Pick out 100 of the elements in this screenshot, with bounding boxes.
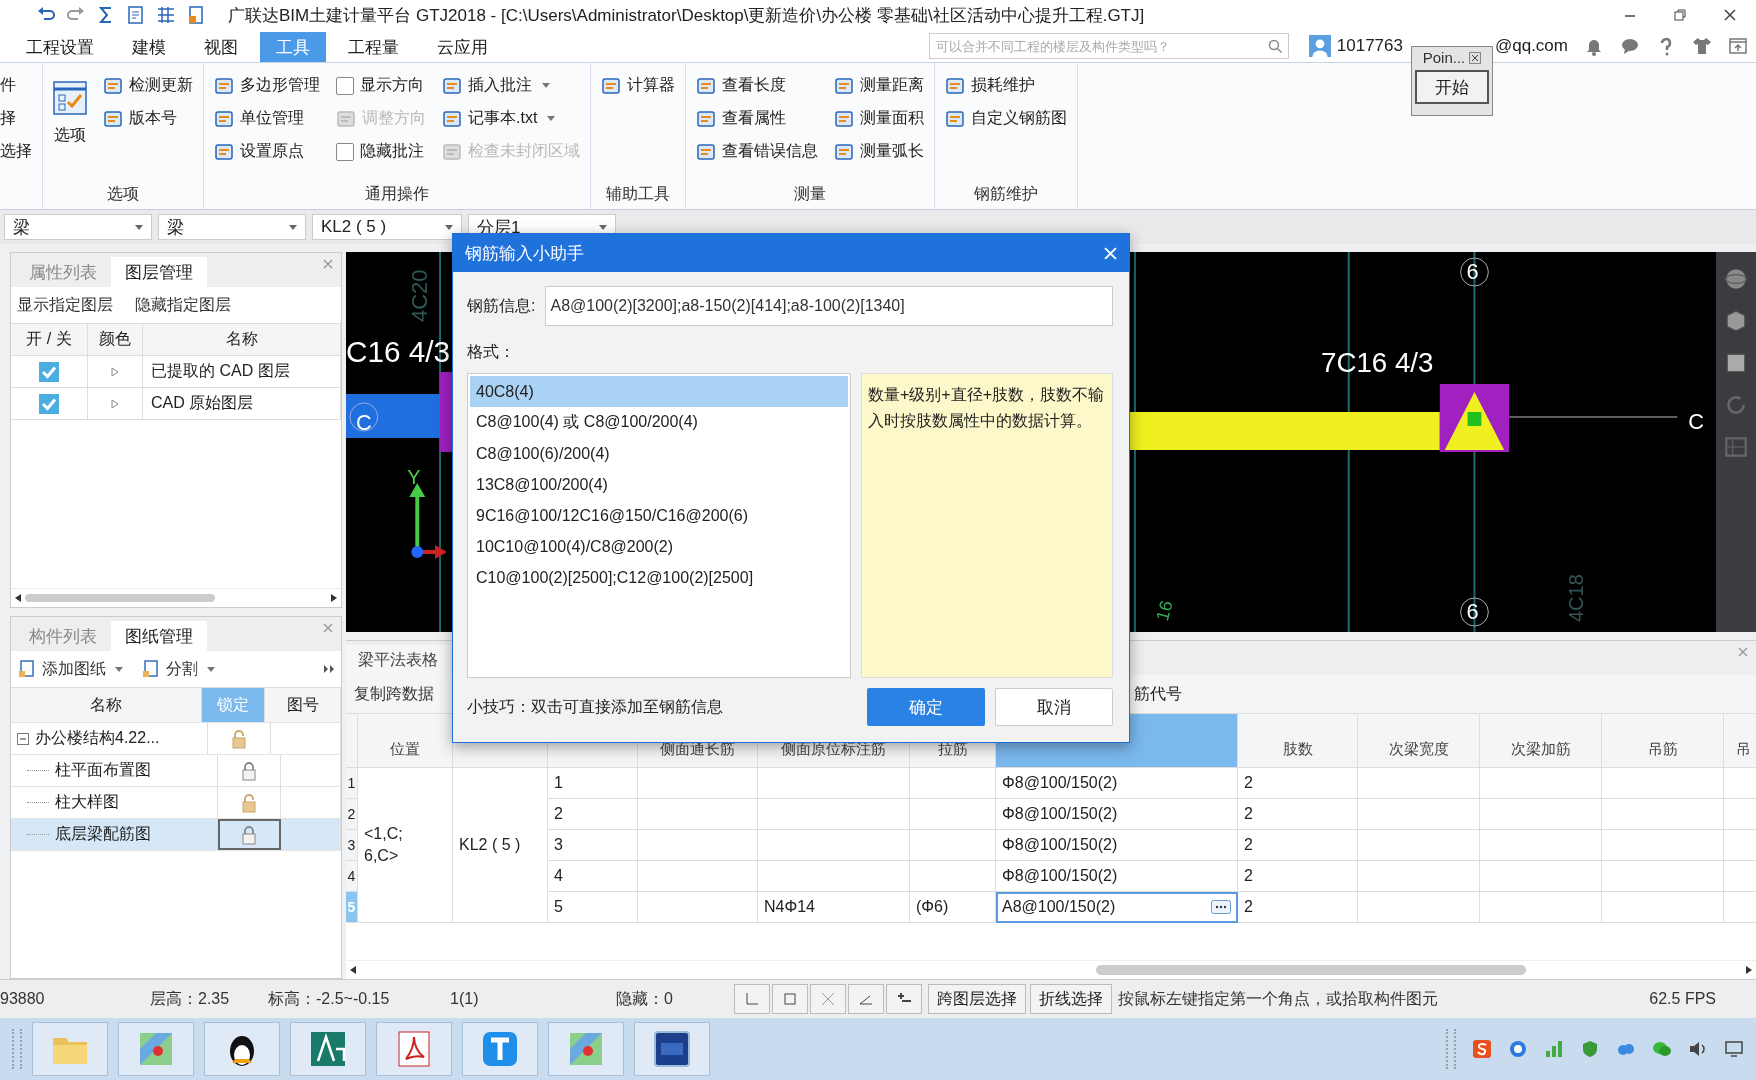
table-cell[interactable] [1480,768,1602,799]
drawing-action-button[interactable]: 分割 [141,658,215,680]
table-cell[interactable] [638,892,758,923]
drawing-name[interactable]: 办公楼结构4.22... [35,728,160,749]
format-item[interactable]: 10C10@100(4)/C8@200(2) [470,531,848,562]
table-cell[interactable]: Φ8@100/150(2) [996,861,1238,892]
taskbar-app[interactable] [634,1022,710,1076]
checkbox[interactable] [39,361,59,382]
table-cell[interactable]: KL2 ( 5 ) [453,768,548,923]
taskbar-grip[interactable] [12,1029,22,1069]
table-cell[interactable]: Φ8@100/150(2) [996,830,1238,861]
table-cell[interactable]: 2 [1238,799,1358,830]
row-number[interactable]: 4 [346,861,358,892]
table-cell[interactable]: Φ8@100/150(2) [996,799,1238,830]
ribbon-checkbox[interactable]: 隐藏批注 [336,141,426,162]
format-item[interactable]: C10@100(2)[2500];C12@100(2)[2500] [470,562,848,593]
table-cell[interactable] [1602,768,1724,799]
lock-icon[interactable] [241,760,257,781]
menu-tab[interactable]: 工程量 [332,32,415,62]
panel-tab[interactable]: 梁平法表格 [346,645,450,675]
ribbon-button[interactable]: 测量面积 [834,108,924,129]
collapse-icon[interactable] [17,732,29,745]
account-name[interactable]: @qq.com [1495,36,1568,56]
layout-icon[interactable] [1723,434,1749,460]
input-method-icon[interactable] [1472,1039,1492,1059]
column-header[interactable]: 图号 [265,688,341,722]
search-field[interactable]: 可以合并不同工程的楼层及构件类型吗？ [928,33,1289,59]
restore-icon[interactable] [1672,7,1688,23]
ribbon-button[interactable]: 测量距离 [834,75,924,96]
ribbon-button[interactable]: 自定义钢筋图 [945,108,1067,129]
ribbon-button[interactable]: 计算器 [601,75,675,96]
checkbox[interactable] [39,393,59,414]
lock-icon[interactable] [231,728,247,749]
table-cell[interactable]: 1 [548,768,638,799]
ribbon-button[interactable]: 查看属性 [696,108,818,129]
search-icon[interactable] [1266,38,1283,54]
table-cell[interactable]: Φ8@100/150(2) [996,768,1238,799]
table-cell[interactable] [910,830,996,861]
copy-span-button[interactable]: 复制跨数据 [354,683,434,705]
table-cell[interactable] [910,799,996,830]
table-cell[interactable] [910,861,996,892]
table-cell[interactable]: N4Φ14 [758,892,910,923]
network-icon[interactable] [1544,1039,1564,1059]
ribbon-button[interactable]: 损耗维护 [945,75,1067,96]
type-dropdown[interactable]: 梁 [4,214,152,240]
drawing-action-button[interactable]: 添加图纸 [17,658,123,680]
more-icon[interactable] [1211,900,1231,914]
options-button[interactable]: 选项 [53,69,87,146]
scroll-right-icon[interactable] [331,594,337,602]
account-name[interactable]: 1017763 [1336,36,1403,56]
ribbon-button[interactable]: 多边形管理 [214,75,320,96]
format-item[interactable]: C8@100(6)/200(4) [470,438,848,469]
start-button[interactable]: 开始 [1415,70,1489,104]
report-icon[interactable] [126,5,146,25]
table-cell[interactable] [1358,799,1480,830]
format-item[interactable]: C8@100(4) 或 C8@100/200(4) [470,407,848,438]
table-cell[interactable] [758,799,910,830]
taskbar-app[interactable] [204,1022,280,1076]
close-icon[interactable] [1722,7,1738,23]
ribbon-button[interactable]: 选择 [0,141,32,162]
scroll-right-icon[interactable] [1746,966,1752,974]
ribbon-button[interactable]: 设置原点 [214,141,320,162]
scrollbar-thumb[interactable] [25,594,215,602]
rebar-info-field[interactable]: A8@100(2)[3200];a8-150(2)[414];a8-100(2)[1340] [545,286,1113,326]
table-cell[interactable]: 2 [1238,892,1358,923]
menu-tab[interactable]: 视图 [188,32,254,62]
table-cell[interactable] [1480,830,1602,861]
ribbon-button[interactable]: 单位管理 [214,108,320,129]
table-cell[interactable] [1602,861,1724,892]
table-cell[interactable]: A8@100/150(2) [996,892,1238,923]
selection-mode-button[interactable]: 跨图层选择 [928,984,1026,1014]
table-cell[interactable] [638,861,758,892]
table-cell[interactable] [758,830,910,861]
ribbon-button[interactable]: 测量弧长 [834,141,924,162]
table-cell[interactable]: 2 [1238,768,1358,799]
chat-icon[interactable] [1652,1039,1672,1059]
speaker-icon[interactable] [1688,1039,1708,1059]
document-icon[interactable] [186,5,206,25]
ribbon-button[interactable]: 插入批注 [442,75,580,96]
table-cell[interactable] [1602,892,1724,923]
checkbox[interactable] [336,142,354,161]
scroll-left-icon[interactable] [350,966,356,974]
table-cell[interactable] [1602,830,1724,861]
row-number[interactable]: 2 [346,799,358,830]
drawing-name[interactable]: 底层梁配筋图 [55,824,151,845]
table-cell[interactable] [758,861,910,892]
column-drawing[interactable] [1439,384,1510,452]
table-cell[interactable]: 2 [1238,861,1358,892]
table-cell[interactable]: 2 [548,799,638,830]
format-item[interactable]: 40C8(4) [470,376,848,407]
table-cell[interactable] [1480,861,1602,892]
selection-mode-button[interactable]: 折线选择 [1030,984,1112,1014]
panel-tab[interactable]: 图层管理 [111,257,207,287]
table-cell[interactable] [910,768,996,799]
scroll-left-icon[interactable] [15,594,21,602]
toolbar-text[interactable]: 筋代号 [1134,683,1182,705]
table-cell[interactable] [638,830,758,861]
table-cell[interactable]: 3 [548,830,638,861]
window-icon[interactable] [1728,36,1748,56]
format-item[interactable]: 9C16@100/12C16@150/C16@200(6) [470,500,848,531]
